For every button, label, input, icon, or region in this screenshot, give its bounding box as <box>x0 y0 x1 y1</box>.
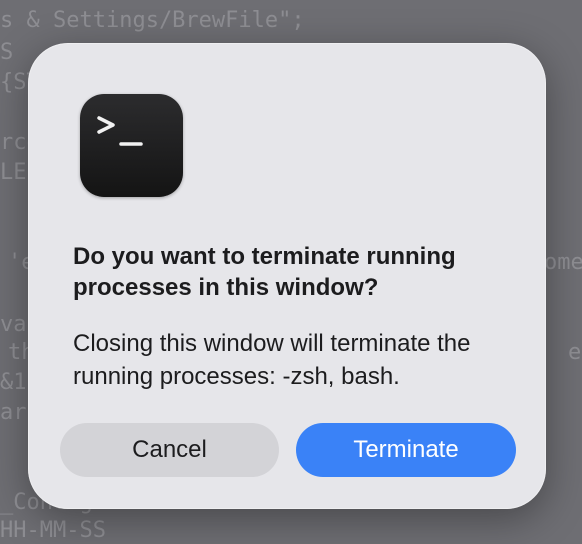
terminal-line: s & Settings/BrewFile"; <box>0 8 305 33</box>
dialog-message: Closing this window will terminate the r… <box>73 330 471 390</box>
cancel-button[interactable]: Cancel <box>60 423 279 477</box>
terminal-line: S <box>0 40 14 65</box>
dialog-title: Do you want to terminate running process… <box>73 243 456 301</box>
terminal-app-icon <box>80 94 183 197</box>
terminal-line: &1 <box>0 370 27 395</box>
terminal-prompt-icon <box>97 116 143 146</box>
terminate-button[interactable]: Terminate <box>296 423 516 477</box>
terminal-line: HH-MM-SS <box>0 518 106 543</box>
terminate-alert-dialog: Do you want to terminate running process… <box>28 43 546 509</box>
terminal-line: ome <box>544 250 582 275</box>
terminal-line: e <box>568 340 582 365</box>
terminal-line: LE <box>0 160 27 185</box>
